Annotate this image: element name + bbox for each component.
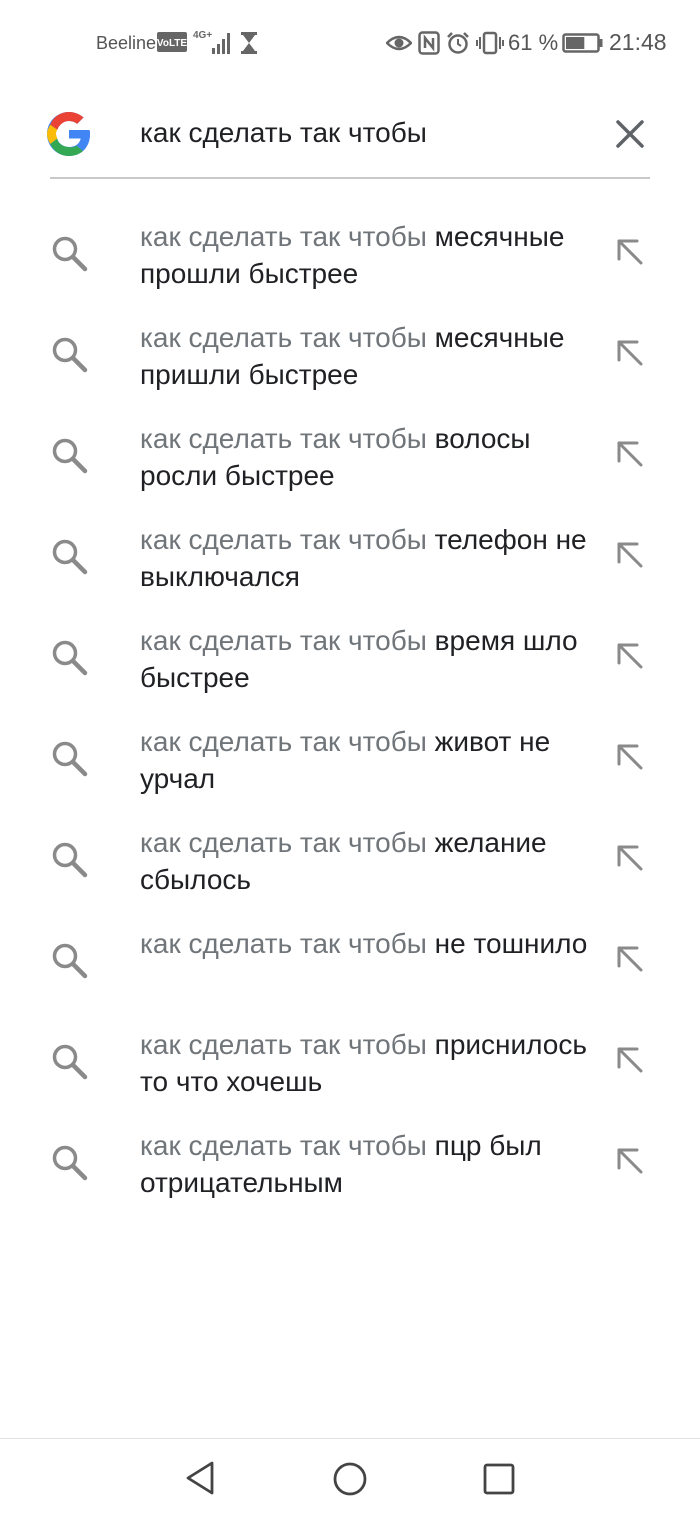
- fill-query-arrow-icon[interactable]: [610, 838, 648, 876]
- suggestion-text: как сделать так чтобы желание сбылось: [140, 824, 590, 898]
- fill-query-arrow-icon[interactable]: [610, 1141, 648, 1179]
- home-icon[interactable]: [332, 1461, 368, 1497]
- fill-query-arrow-icon[interactable]: [610, 434, 648, 472]
- suggestion-item[interactable]: как сделать так чтобы телефон не выключа…: [0, 521, 700, 622]
- suggestion-prefix: как сделать так чтобы: [140, 928, 427, 959]
- search-icon: [52, 640, 88, 676]
- hourglass-icon: [241, 32, 257, 54]
- suggestion-item[interactable]: как сделать так чтобы пцр был отрицатель…: [0, 1127, 700, 1228]
- svg-text:4G+: 4G+: [193, 30, 212, 41]
- suggestion-item[interactable]: как сделать так чтобы приснилось то что …: [0, 1026, 700, 1127]
- back-icon[interactable]: [182, 1459, 218, 1497]
- nfc-icon: [418, 31, 440, 55]
- eye-icon: [386, 35, 412, 51]
- suggestion-prefix: как сделать так чтобы: [140, 827, 427, 858]
- suggestion-item[interactable]: как сделать так чтобы желание сбылось: [0, 824, 700, 925]
- fill-query-arrow-icon[interactable]: [610, 333, 648, 371]
- suggestion-prefix: как сделать так чтобы: [140, 524, 427, 555]
- suggestion-text: как сделать так чтобы пцр был отрицатель…: [140, 1127, 590, 1201]
- clock: 21:48: [609, 29, 667, 55]
- suggestion-prefix: как сделать так чтобы: [140, 423, 427, 454]
- suggestion-text: как сделать так чтобы волосы росли быстр…: [140, 420, 590, 494]
- suggestion-item[interactable]: как сделать так чтобы время шло быстрее: [0, 622, 700, 723]
- recents-icon[interactable]: [482, 1462, 516, 1496]
- suggestion-text: как сделать так чтобы не тошнило: [140, 925, 590, 962]
- suggestion-prefix: как сделать так чтобы: [140, 221, 427, 252]
- suggestion-item[interactable]: как сделать так чтобы волосы росли быстр…: [0, 420, 700, 521]
- suggestion-item[interactable]: как сделать так чтобы живот не урчал: [0, 723, 700, 824]
- suggestion-text: как сделать так чтобы время шло быстрее: [140, 622, 590, 696]
- battery-icon: [562, 33, 603, 53]
- fill-query-arrow-icon[interactable]: [610, 737, 648, 775]
- battery-percent: 61 %: [508, 30, 559, 55]
- suggestion-prefix: как сделать так чтобы: [140, 1130, 427, 1161]
- fill-query-arrow-icon[interactable]: [610, 1040, 648, 1078]
- suggestion-item[interactable]: как сделать так чтобы месячные пришли бы…: [0, 319, 700, 420]
- suggestion-completion: не тошнило: [434, 928, 588, 959]
- alarm-icon: [447, 32, 469, 54]
- fill-query-arrow-icon[interactable]: [610, 939, 648, 977]
- suggestion-text: как сделать так чтобы месячные прошли бы…: [140, 218, 590, 292]
- fill-query-arrow-icon[interactable]: [610, 232, 648, 270]
- search-icon: [52, 539, 88, 575]
- vibrate-icon: [476, 31, 504, 55]
- suggestion-prefix: как сделать так чтобы: [140, 726, 427, 757]
- search-icon: [52, 943, 88, 979]
- carrier-label: Beeline: [96, 33, 157, 53]
- search-icon: [52, 236, 88, 272]
- search-icon: [52, 1145, 88, 1181]
- status-bar: Beeline VoLTE 4G+ 61 % 21:48: [0, 0, 700, 86]
- search-icon: [52, 438, 88, 474]
- search-page: Beeline VoLTE 4G+ 61 % 21:48 как сделать…: [0, 0, 700, 1517]
- svg-text:VoLTE: VoLTE: [157, 38, 187, 49]
- suggestion-prefix: как сделать так чтобы: [140, 322, 427, 353]
- search-bar[interactable]: как сделать так чтобы: [0, 96, 700, 180]
- volte-icon: VoLTE: [157, 32, 187, 52]
- search-icon: [52, 741, 88, 777]
- suggestion-text: как сделать так чтобы месячные пришли бы…: [140, 319, 590, 393]
- navigation-bar: [0, 1438, 700, 1517]
- suggestion-text: как сделать так чтобы телефон не выключа…: [140, 521, 590, 595]
- search-icon: [52, 842, 88, 878]
- suggestion-item[interactable]: как сделать так чтобы не тошнило: [0, 925, 700, 1026]
- fill-query-arrow-icon[interactable]: [610, 636, 648, 674]
- search-input[interactable]: как сделать так чтобы: [140, 117, 427, 149]
- search-divider: [50, 177, 650, 179]
- suggestion-text: как сделать так чтобы живот не урчал: [140, 723, 590, 797]
- suggestion-text: как сделать так чтобы приснилось то что …: [140, 1026, 590, 1100]
- search-icon: [52, 337, 88, 373]
- fill-query-arrow-icon[interactable]: [610, 535, 648, 573]
- suggestion-prefix: как сделать так чтобы: [140, 625, 427, 656]
- suggestion-prefix: как сделать так чтобы: [140, 1029, 427, 1060]
- close-icon[interactable]: [610, 114, 650, 154]
- suggestion-item[interactable]: как сделать так чтобы месячные прошли бы…: [0, 218, 700, 319]
- signal-icon: 4G+: [193, 30, 230, 54]
- google-logo: [47, 112, 90, 156]
- suggestions-list: как сделать так чтобы месячные прошли бы…: [0, 218, 700, 1228]
- search-icon: [52, 1044, 88, 1080]
